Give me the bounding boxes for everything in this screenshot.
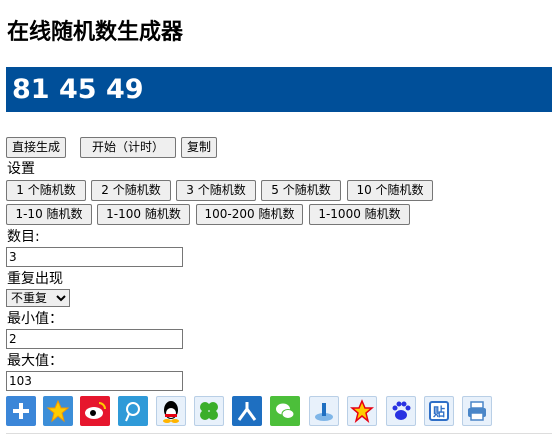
settings-label: 设置 <box>7 161 35 177</box>
upload-icon[interactable] <box>309 396 339 426</box>
preset-5-button[interactable]: 5 个随机数 <box>261 180 341 201</box>
qzone-icon[interactable] <box>43 396 73 426</box>
print-icon[interactable] <box>462 396 492 426</box>
weibo-icon[interactable] <box>80 396 110 426</box>
start-timer-button[interactable]: 开始（计时） <box>80 137 176 158</box>
preset-2-button[interactable]: 2 个随机数 <box>91 180 171 201</box>
plus-icon[interactable] <box>6 396 36 426</box>
tencent-weibo-icon[interactable] <box>118 396 148 426</box>
range-1-1000-button[interactable]: 1-1000 随机数 <box>309 204 410 225</box>
max-label: 最大值： <box>7 353 63 369</box>
result-display: 81 45 49 <box>6 67 552 112</box>
preset-10-button[interactable]: 10 个随机数 <box>347 180 433 201</box>
min-label: 最小值： <box>7 311 63 327</box>
range-1-100-button[interactable]: 1-100 随机数 <box>97 204 190 225</box>
min-input[interactable] <box>6 329 183 349</box>
star-icon[interactable] <box>347 396 377 426</box>
preset-3-button[interactable]: 3 个随机数 <box>176 180 256 201</box>
count-input[interactable] <box>6 247 183 267</box>
divider <box>6 433 552 434</box>
max-input[interactable] <box>6 371 183 391</box>
copy-button[interactable]: 复制 <box>181 137 218 158</box>
clover-icon[interactable] <box>194 396 224 426</box>
repeat-select[interactable]: 不重复 <box>6 289 70 307</box>
baidu-icon[interactable] <box>386 396 416 426</box>
renren-icon[interactable] <box>232 396 262 426</box>
range-1-10-button[interactable]: 1-10 随机数 <box>6 204 92 225</box>
range-100-200-button[interactable]: 100-200 随机数 <box>196 204 303 225</box>
svg-text:贴: 贴 <box>433 404 445 419</box>
count-label: 数目: <box>7 229 40 245</box>
qq-icon[interactable] <box>156 396 186 426</box>
wechat-icon[interactable] <box>270 396 300 426</box>
generate-button[interactable]: 直接生成 <box>6 137 67 158</box>
preset-1-button[interactable]: 1 个随机数 <box>6 180 86 201</box>
tieba-icon[interactable]: 贴 <box>424 396 454 426</box>
repeat-label: 重复出现 <box>7 271 63 287</box>
page-title: 在线随机数生成器 <box>7 20 184 45</box>
